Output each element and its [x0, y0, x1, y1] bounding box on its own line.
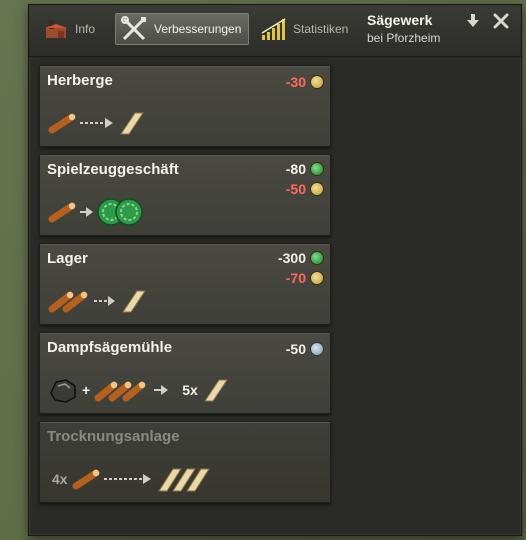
gold-coin-icon [310, 75, 324, 89]
plank-icon [122, 290, 146, 313]
cost-gold: -30 [286, 74, 324, 90]
tab-verbesserungen-label: Verbesserungen [154, 22, 242, 36]
toy-ball-icon [97, 198, 143, 226]
cost-gold: -50 [286, 181, 324, 197]
gold-coin-icon [310, 271, 324, 285]
close-icon[interactable] [491, 11, 511, 31]
bar-chart-icon [261, 18, 286, 40]
arrow-icon [154, 385, 169, 395]
cost-value: -50 [285, 341, 306, 357]
building-panel: Info Verbesserungen Statistiken Sägewerk… [28, 4, 522, 536]
upgrade-name: Trocknungsanlage [47, 428, 180, 445]
green-coin-icon [310, 162, 324, 176]
upgrade-name: Spielzeuggeschäft [47, 161, 179, 178]
cost-green: -80 [286, 161, 324, 177]
window-subtitle: bei Pforzheim [367, 31, 441, 45]
tab-statistiken-label: Statistiken [293, 22, 349, 36]
plank-icon [157, 468, 210, 492]
log-icon [72, 469, 100, 490]
cost-value: -80 [285, 161, 306, 177]
upgrade-card-dampfsaegemuehle[interactable]: Dampfsägemühle -50 + 5x [39, 332, 331, 414]
tools-icon [121, 16, 146, 41]
arrow-icon [80, 207, 93, 217]
arrow-down-icon[interactable] [463, 11, 483, 31]
panel-header: Info Verbesserungen Statistiken Sägewerk… [29, 5, 521, 57]
upgrade-list: Herberge -30 Spielzeuggeschäft -80 -50 L… [39, 65, 331, 510]
upgrade-name: Herberge [47, 72, 113, 89]
tab-info[interactable]: Info [43, 13, 103, 45]
coal-icon [50, 379, 76, 403]
recipe: + 5x [48, 375, 230, 405]
log-icon [48, 113, 76, 134]
silver-coin-icon [310, 342, 324, 356]
cost-green: -300 [278, 250, 324, 266]
log-icon [48, 202, 76, 223]
recipe [48, 286, 148, 316]
plank-icon [120, 112, 144, 135]
tab-info-label: Info [75, 22, 96, 36]
upgrade-card-lager[interactable]: Lager -300 -70 [39, 243, 331, 325]
cost-gold: -70 [286, 270, 324, 286]
green-coin-icon [310, 251, 324, 265]
upgrade-card-spielzeuggeschaeft[interactable]: Spielzeuggeschäft -80 -50 [39, 154, 331, 236]
log-icon [48, 291, 88, 313]
cost-value: -300 [277, 250, 306, 266]
plus-sign: + [82, 382, 91, 398]
cost-silver: -50 [286, 341, 324, 357]
building-icon [45, 20, 67, 38]
upgrade-card-herberge[interactable]: Herberge -30 [39, 65, 331, 147]
input-quantity: 4x [52, 471, 68, 487]
window-title: Sägewerk [367, 12, 433, 28]
gold-coin-icon [310, 182, 324, 196]
cost-value: -30 [285, 74, 306, 90]
dashed-arrow-icon [80, 118, 113, 128]
tab-verbesserungen[interactable]: Verbesserungen [115, 13, 249, 45]
plank-icon [203, 379, 228, 402]
log-icon [94, 381, 146, 402]
dashed-arrow-icon [94, 296, 115, 306]
upgrade-card-trocknungsanlage[interactable]: Trocknungsanlage 4x [39, 421, 331, 503]
recipe [48, 197, 146, 227]
output-quantity: 5x [182, 382, 198, 398]
recipe: 4x [48, 464, 216, 494]
dashed-arrow-icon [103, 474, 151, 484]
tab-statistiken[interactable]: Statistiken [261, 13, 357, 45]
recipe [48, 108, 146, 138]
upgrade-name: Lager [47, 250, 88, 267]
window-title-block: Sägewerk bei Pforzheim [367, 12, 440, 45]
cost-value: -50 [285, 181, 306, 197]
cost-value: -70 [285, 270, 306, 286]
upgrade-name: Dampfsägemühle [47, 339, 173, 356]
